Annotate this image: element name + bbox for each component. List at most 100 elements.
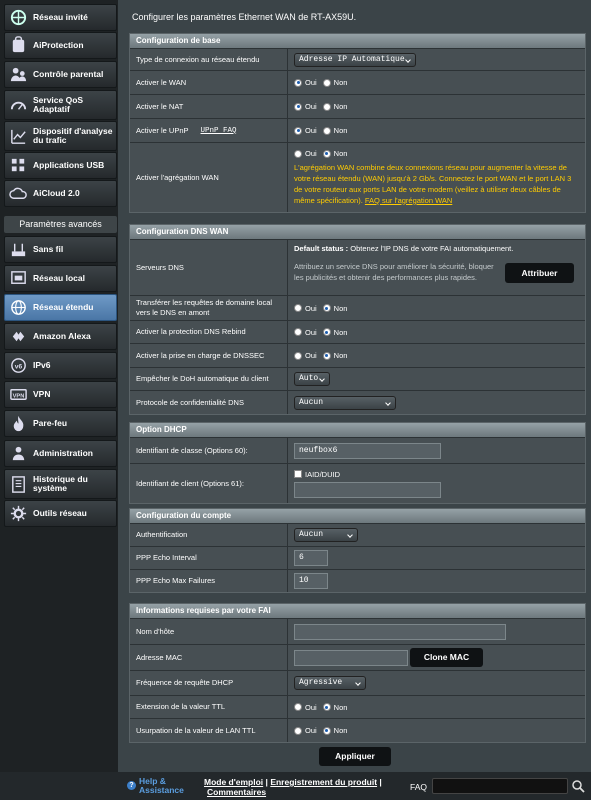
sidebar-item-parental-control[interactable]: Contrôle parental [4, 61, 117, 88]
faq-search-input[interactable] [432, 778, 568, 794]
enable-wan-yes[interactable]: Oui [294, 78, 317, 87]
dns-privacy-label: Protocole de confidentialité DNS [130, 391, 288, 414]
iaid-duid-checkbox[interactable] [294, 470, 302, 478]
sidebar-item-ipv6[interactable]: v6 IPv6 [4, 352, 117, 379]
conn-type-row: Type de connexion au réseau étendu Adres… [130, 48, 585, 70]
dns-privacy-select[interactable]: Aucun [294, 395, 396, 410]
mac-row: Adresse MAC Clone MAC [130, 644, 585, 670]
lan-ttl-no[interactable]: Non [322, 726, 347, 735]
sidebar-item-usb-apps[interactable]: Applications USB [4, 152, 117, 179]
dnssec-row: Activer la prise en charge de DNSSEC Oui… [130, 343, 585, 367]
wan-aggregation-faq-link[interactable]: FAQ sur l'agrégation WAN [365, 196, 452, 205]
wan-aggregation-yes[interactable]: Oui [294, 149, 317, 158]
doh-select[interactable]: Auto [294, 372, 330, 386]
sidebar-item-wan[interactable]: Réseau étendu [4, 294, 117, 321]
hostname-input[interactable] [294, 623, 506, 640]
wireless-icon [9, 240, 28, 259]
lan-icon [9, 269, 28, 288]
auth-select[interactable]: Aucun [294, 528, 358, 542]
enable-nat-row: Activer le NAT Oui Non [130, 94, 585, 118]
log-icon [9, 475, 28, 494]
qos-icon [9, 96, 28, 115]
footer-separator: | [265, 777, 268, 787]
apply-button[interactable]: Appliquer [319, 747, 391, 766]
sidebar-item-label: AiProtection [33, 40, 84, 50]
enable-wan-label: Activer le WAN [130, 71, 288, 94]
enable-upnp-no[interactable]: Non [322, 126, 347, 135]
footer: ? Help & Assistance Mode d'emploi | Enre… [0, 772, 591, 800]
footer-separator: | [379, 777, 382, 787]
echo-failures-input[interactable]: 10 [294, 573, 328, 589]
sidebar-item-vpn[interactable]: VPN VPN [4, 381, 117, 408]
hostname-row: Nom d'hôte [130, 618, 585, 644]
traffic-analyzer-icon [9, 127, 28, 146]
aiprotection-icon [9, 36, 28, 55]
comments-link[interactable]: Commentaires [207, 787, 266, 797]
dns-forward-yes[interactable]: Oui [294, 304, 317, 313]
auth-label: Authentification [130, 524, 288, 546]
dhcp-frequency-select[interactable]: Agressive [294, 676, 366, 690]
wan-aggregation-no[interactable]: Non [322, 149, 347, 158]
product-registration-link[interactable]: Enregistrement du produit [270, 777, 377, 787]
doh-row: Empêcher le DoH automatique du client Au… [130, 367, 585, 390]
dns-rebind-no[interactable]: Non [322, 328, 347, 337]
dns-forward-no[interactable]: Non [322, 304, 347, 313]
isp-info-panel: Informations requises par votre FAI Nom … [129, 603, 586, 743]
search-icon[interactable] [571, 778, 585, 794]
enable-nat-label: Activer le NAT [130, 95, 288, 118]
user-manual-link[interactable]: Mode d'emploi [204, 777, 263, 787]
sidebar-item-traffic-analyzer[interactable]: Dispositif d'analyse du trafic [4, 121, 117, 151]
wan-aggregation-row: Activer l'agrégation WAN Oui Non L'agréga… [130, 142, 585, 212]
sidebar-item-aiprotection[interactable]: AiProtection [4, 32, 117, 59]
enable-upnp-row: Activer le UPnP UPnP FAQ Oui Non [130, 118, 585, 142]
ttl-extend-yes[interactable]: Oui [294, 703, 317, 712]
account-config-panel: Configuration du compte Authentification… [129, 508, 586, 593]
enable-wan-no[interactable]: Non [322, 78, 347, 87]
dhcp-class-input[interactable]: neufbox6 [294, 442, 441, 459]
sidebar-item-firewall[interactable]: Pare-feu [4, 410, 117, 437]
sidebar-item-alexa[interactable]: Amazon Alexa [4, 323, 117, 350]
sidebar-item-guest-network[interactable]: Réseau invité [4, 4, 117, 31]
basic-config-title: Configuration de base [130, 34, 585, 48]
svg-text:VPN: VPN [13, 393, 25, 399]
dns-assign-button[interactable]: Attribuer [505, 263, 574, 283]
svg-text:v6: v6 [15, 363, 23, 370]
sidebar-item-label: Outils réseau [33, 508, 87, 518]
sidebar-item-network-tools[interactable]: Outils réseau [4, 500, 117, 527]
hostname-label: Nom d'hôte [130, 619, 288, 644]
sidebar-item-lan[interactable]: Réseau local [4, 265, 117, 292]
ttl-extend-no[interactable]: Non [322, 703, 347, 712]
ipv6-icon: v6 [9, 356, 28, 375]
echo-interval-input[interactable]: 6 [294, 550, 328, 566]
sidebar-item-system-log[interactable]: Historique du système [4, 469, 117, 499]
dhcp-client-input[interactable] [294, 481, 441, 498]
sidebar-item-label: IPv6 [33, 360, 51, 370]
sidebar-item-aicloud[interactable]: AiCloud 2.0 [4, 180, 117, 207]
sidebar-item-wireless[interactable]: Sans fil [4, 236, 117, 263]
admin-icon [9, 444, 28, 463]
mac-input[interactable] [294, 649, 408, 666]
sidebar-item-administration[interactable]: Administration [4, 440, 117, 467]
lan-ttl-yes[interactable]: Oui [294, 726, 317, 735]
clone-mac-button[interactable]: Clone MAC [410, 648, 483, 667]
account-config-title: Configuration du compte [130, 509, 585, 523]
sidebar-item-label: Administration [33, 448, 93, 458]
dnssec-no[interactable]: Non [322, 351, 347, 360]
sidebar-item-label: Réseau invité [33, 12, 88, 22]
enable-nat-no[interactable]: Non [322, 102, 347, 111]
dns-forward-row: Transférer les requêtes de domaine local… [130, 295, 585, 320]
parental-control-icon [9, 65, 28, 84]
upnp-faq-link[interactable]: UPnP FAQ [201, 126, 237, 136]
enable-upnp-yes[interactable]: Oui [294, 126, 317, 135]
lan-ttl-row: Usurpation de la valeur de LAN TTL Oui No… [130, 718, 585, 742]
dns-assign-description: Attribuez un service DNS pour améliorer … [294, 262, 494, 282]
alexa-icon [9, 327, 28, 346]
sidebar-item-qos[interactable]: Service QoS Adaptatif [4, 90, 117, 120]
help-assistance-label: Help & Assistance [139, 776, 184, 795]
enable-nat-yes[interactable]: Oui [294, 102, 317, 111]
dns-rebind-yes[interactable]: Oui [294, 328, 317, 337]
dnssec-label: Activer la prise en charge de DNSSEC [130, 344, 288, 367]
dnssec-yes[interactable]: Oui [294, 351, 317, 360]
dhcp-option-title: Option DHCP [130, 423, 585, 437]
conn-type-select[interactable]: Adresse IP Automatique [294, 52, 416, 67]
